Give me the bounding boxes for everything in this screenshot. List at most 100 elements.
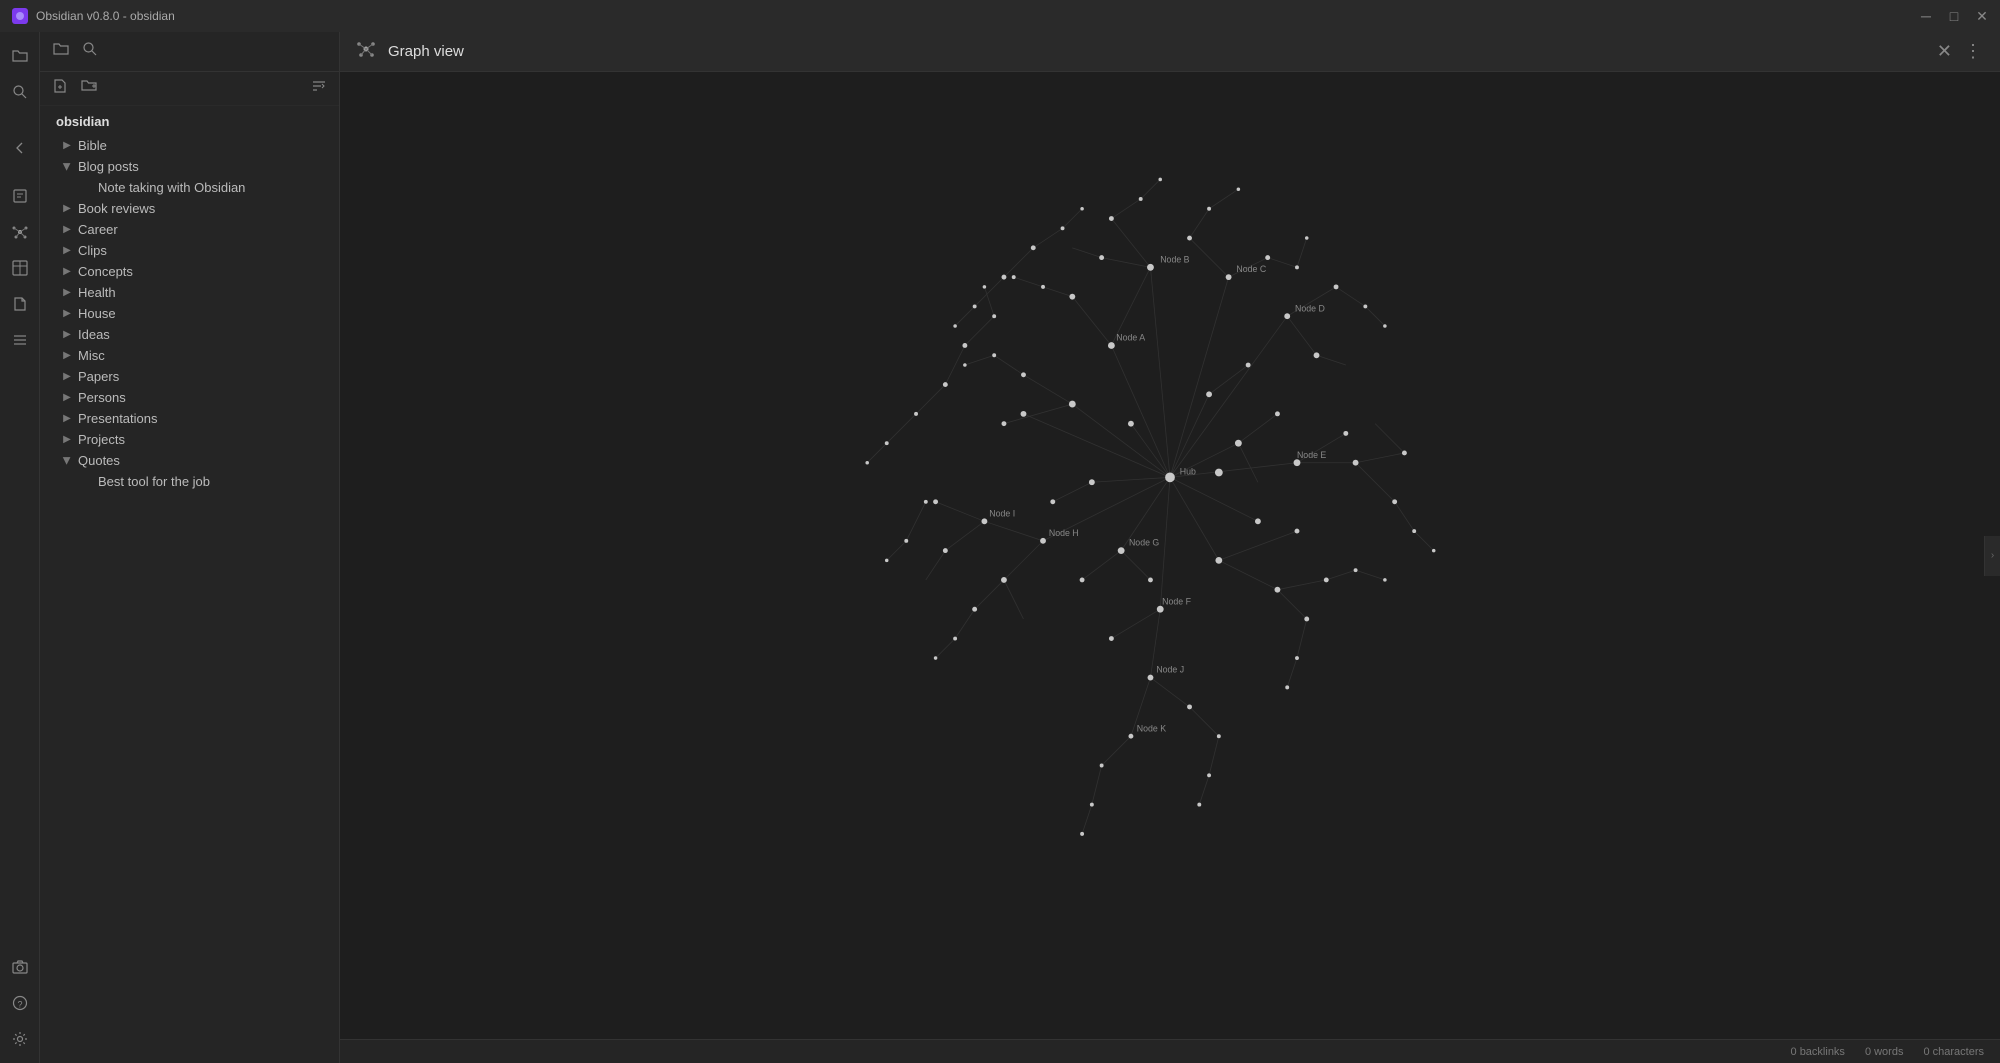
icon-sidebar-top — [4, 40, 36, 947]
svg-text:Node G: Node G — [1129, 538, 1159, 548]
chevron-misc: ▶ — [60, 349, 74, 363]
tree-item-blog-posts[interactable]: ▶ Blog posts — [44, 156, 335, 177]
svg-text:Node A: Node A — [1116, 333, 1145, 343]
main-content: Graph view ✕ ⋮ — [340, 32, 2000, 1063]
label-career: Career — [78, 222, 118, 237]
chevron-blog-posts: ▶ — [60, 160, 74, 174]
titlebar: Obsidian v0.8.0 - obsidian ─ □ ✕ — [0, 0, 2000, 32]
maximize-button[interactable]: □ — [1948, 10, 1960, 22]
tree-item-best-tool[interactable]: Best tool for the job — [44, 471, 335, 492]
graph-header: Graph view ✕ ⋮ — [340, 32, 2000, 72]
app-body: ? — [0, 32, 2000, 1063]
close-button[interactable]: ✕ — [1976, 10, 1988, 22]
tree-item-presentations[interactable]: ▶ Presentations — [44, 408, 335, 429]
close-graph-button[interactable]: ✕ — [1935, 39, 1954, 64]
chevron-health: ▶ — [60, 286, 74, 300]
folder-icon[interactable] — [4, 40, 36, 72]
right-sidebar-toggle[interactable]: › — [1984, 536, 2000, 576]
svg-text:Node J: Node J — [1156, 665, 1184, 675]
camera-icon[interactable] — [4, 951, 36, 983]
tree-item-clips[interactable]: ▶ Clips — [44, 240, 335, 261]
label-ideas: Ideas — [78, 327, 110, 342]
tree-item-house[interactable]: ▶ House — [44, 303, 335, 324]
tree-item-ideas[interactable]: ▶ Ideas — [44, 324, 335, 345]
tree-item-papers[interactable]: ▶Papers — [44, 366, 335, 387]
window-title: Obsidian v0.8.0 - obsidian — [36, 9, 1912, 23]
settings-icon[interactable] — [4, 1023, 36, 1055]
tree-item-projects[interactable]: ▶Projects — [44, 429, 335, 450]
chevron-house: ▶ — [60, 307, 74, 321]
svg-text:?: ? — [17, 1000, 22, 1010]
chevron-presentations: ▶ — [60, 412, 74, 426]
chevron-career: ▶ — [60, 223, 74, 237]
graph-nav-icon[interactable] — [4, 216, 36, 248]
app-icon — [12, 8, 28, 24]
label-book-reviews: Book reviews — [78, 201, 155, 216]
chevron-concepts: ▶ — [60, 265, 74, 279]
icon-sidebar: ? — [0, 32, 40, 1063]
sort-icon[interactable] — [311, 78, 327, 99]
graph-title: Graph view — [388, 43, 1923, 60]
svg-text:Hub: Hub — [1180, 466, 1196, 476]
file-tree: obsidian ▶ Bible ▶ Blog posts Note taking wi… — [40, 106, 339, 1063]
label-bible: Bible — [78, 138, 107, 153]
file-panel-toolbar — [40, 72, 339, 106]
folder-header-icon[interactable] — [52, 40, 70, 63]
chevron-persons: ▶ — [60, 391, 74, 405]
root-label: obsidian — [40, 110, 339, 133]
label-best-tool: Best tool for the job — [98, 474, 210, 489]
chevron-clips: ▶ — [60, 244, 74, 258]
more-options-button[interactable]: ⋮ — [1962, 39, 1984, 64]
label-house: House — [78, 306, 116, 321]
svg-text:Node I: Node I — [989, 508, 1015, 518]
new-note-icon[interactable] — [52, 78, 68, 99]
tree-item-bible[interactable]: ▶ Bible — [44, 135, 335, 156]
tree-item-note-taking[interactable]: Note taking with Obsidian — [44, 177, 335, 198]
svg-text:Node D: Node D — [1295, 303, 1325, 313]
chevron-book-reviews: ▶ — [60, 202, 74, 216]
search-icon[interactable] — [4, 76, 36, 108]
tree-item-health[interactable]: ▶Health — [44, 282, 335, 303]
svg-text:Node C: Node C — [1236, 264, 1266, 274]
tree-item-persons[interactable]: ▶ Persons — [44, 387, 335, 408]
chevron-ideas: ▶ — [60, 328, 74, 342]
minimize-button[interactable]: ─ — [1920, 10, 1932, 22]
tree-item-book-reviews[interactable]: ▶ Book reviews — [44, 198, 335, 219]
svg-text:Node K: Node K — [1137, 723, 1166, 733]
label-blog-posts: Blog posts — [78, 159, 139, 174]
stack-icon[interactable] — [4, 324, 36, 356]
label-note-taking: Note taking with Obsidian — [98, 180, 245, 195]
graph-canvas: Hub Node A Node B Node C Node D Node E N… — [340, 72, 2000, 1039]
svg-text:Node E: Node E — [1297, 450, 1326, 460]
svg-text:Node H: Node H — [1049, 528, 1079, 538]
new-folder-icon[interactable] — [80, 78, 98, 99]
icon-sidebar-bottom: ? — [4, 951, 36, 1055]
label-presentations: Presentations — [78, 411, 158, 426]
label-quotes: Quotes — [78, 453, 120, 468]
search-header-icon[interactable] — [82, 41, 98, 62]
words-status: 0 words — [1865, 1046, 1904, 1058]
label-persons: Persons — [78, 390, 126, 405]
graph-view[interactable]: Hub Node A Node B Node C Node D Node E N… — [340, 72, 2000, 1039]
table-icon[interactable] — [4, 252, 36, 284]
document-icon[interactable] — [4, 288, 36, 320]
file-panel-header — [40, 32, 339, 72]
characters-status: 0 characters — [1923, 1046, 1984, 1058]
notes-icon[interactable] — [4, 180, 36, 212]
label-clips: Clips — [78, 243, 107, 258]
file-panel: obsidian ▶ Bible ▶ Blog posts Note taking wi… — [40, 32, 340, 1063]
chevron-papers: ▶ — [60, 370, 74, 384]
window-controls: ─ □ ✕ — [1920, 10, 1988, 22]
backlinks-status: 0 backlinks — [1791, 1046, 1845, 1058]
help-icon[interactable]: ? — [4, 987, 36, 1019]
tree-item-misc[interactable]: ▶Misc — [44, 345, 335, 366]
back-icon[interactable] — [4, 132, 36, 164]
tree-item-career[interactable]: ▶ Career — [44, 219, 335, 240]
tree-item-concepts[interactable]: ▶Concepts — [44, 261, 335, 282]
svg-text:Node F: Node F — [1162, 596, 1191, 606]
status-bar: 0 backlinks 0 words 0 characters — [340, 1039, 2000, 1063]
tree-item-quotes[interactable]: ▶Quotes — [44, 450, 335, 471]
graph-header-actions: ✕ ⋮ — [1935, 39, 1984, 64]
chevron-bible: ▶ — [60, 139, 74, 153]
graph-header-icon — [356, 39, 376, 64]
